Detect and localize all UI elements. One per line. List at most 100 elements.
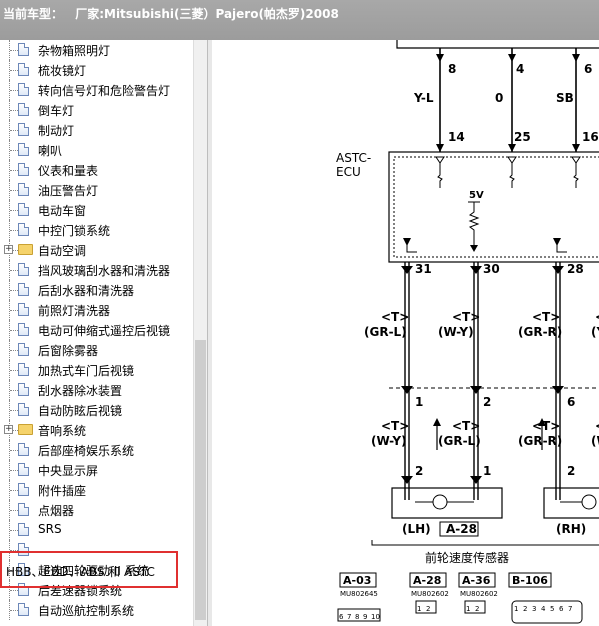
tree-item[interactable]: 前照灯清洗器	[0, 300, 193, 320]
tree-item[interactable]: 中央显示屏	[0, 460, 193, 480]
conn-pin-a-0: 1	[415, 395, 423, 409]
wire-color-top-1: 0	[495, 91, 503, 105]
wire-color-mid-1: (W-Y)	[438, 325, 474, 339]
highlighted-tree-item[interactable]: HBB、EBD、ABS 和 ASTC	[0, 551, 178, 588]
tree-item[interactable]: 后部座椅娱乐系统	[0, 440, 193, 460]
tree-item[interactable]: 自动巡航控制系统	[0, 600, 193, 620]
tree-item[interactable]: 后刮水器和清洗器	[0, 280, 193, 300]
tree-item[interactable]: 刮水器除冰装置	[0, 380, 193, 400]
tree-item[interactable]: + 自动空调	[0, 240, 193, 260]
expand-icon[interactable]: +	[4, 425, 13, 434]
tree-item-label: 后部座椅娱乐系统	[38, 444, 135, 458]
pin-top-2: 6	[584, 62, 592, 76]
svg-text:A-03: A-03	[343, 574, 371, 587]
tree-item[interactable]: 杂物箱照明灯	[0, 40, 193, 60]
document-icon	[18, 223, 29, 236]
tree-item-label: 梳妆镜灯	[38, 64, 87, 78]
pin-top-0: 8	[448, 62, 456, 76]
connector-pin: 7	[347, 613, 351, 621]
tree-item[interactable]: 附件插座	[0, 480, 193, 500]
connector-pin: 9	[363, 613, 367, 621]
ecu-box	[388, 151, 599, 263]
tree-item-label: 自动巡航控制系统	[38, 604, 135, 618]
document-icon	[18, 443, 29, 456]
connector-pin: 10	[371, 613, 380, 621]
document-icon	[18, 383, 29, 396]
tree-line	[10, 150, 18, 151]
tree-line	[10, 490, 18, 491]
document-icon	[18, 523, 29, 536]
tree-item[interactable]: 喇叭	[0, 140, 193, 160]
pin-top-1: 4	[516, 62, 524, 76]
tree-line	[10, 470, 18, 471]
folder-icon	[18, 244, 33, 255]
connector-pin: 7	[568, 605, 572, 613]
ecu-pin-bottom-2: 28	[567, 262, 584, 276]
tree-item[interactable]: 油压警告灯	[0, 180, 193, 200]
tree-line	[10, 410, 18, 411]
conn-pin-b-0: 2	[415, 464, 423, 478]
expand-icon[interactable]: +	[4, 245, 13, 254]
tree-item-label: 仪表和量表	[38, 164, 99, 178]
wiring-diagram-svg: 8 4 6 Y-L 0 SB 14 25 16 ASTC- ECU 5V 31 …	[336, 40, 599, 624]
tree-line	[10, 450, 18, 451]
t-label-4: <T>	[381, 419, 409, 433]
document-icon	[18, 103, 29, 116]
rh-sensor	[543, 487, 599, 519]
connector-pin: 6	[559, 605, 564, 613]
tree-item[interactable]: 点烟器	[0, 500, 193, 520]
wire-color-low-3: (W	[591, 434, 599, 448]
tree-item[interactable]: 制动灯	[0, 120, 193, 140]
tree-item[interactable]: 电动车窗	[0, 200, 193, 220]
tree-item[interactable]: 仪表和量表	[0, 160, 193, 180]
component-tree[interactable]: 杂物箱照明灯梳妆镜灯转向信号灯和危险警告灯 倒车灯 制动灯喇叭仪表和量表油压警告灯电…	[0, 40, 193, 626]
tree-item-label: 后窗除雾器	[38, 344, 99, 358]
conn-pin-b-2: 2	[567, 464, 575, 478]
rh-sensor-coil	[581, 494, 597, 510]
scrollbar-thumb[interactable]	[195, 340, 206, 620]
lh-label: (LH)	[402, 522, 431, 536]
tree-line	[10, 610, 18, 611]
tree-item[interactable]: 倒车灯	[0, 100, 193, 120]
ecu-inner-box	[393, 156, 599, 258]
middle-arrows	[401, 266, 564, 484]
tree-item[interactable]: 转向信号灯和危险警告灯	[0, 80, 193, 100]
t-label-6: <T>	[532, 419, 560, 433]
tree-item[interactable]: 加热式车门后视镜	[0, 360, 193, 380]
title-bar: 当前车型： 厂家:Mitsubishi(三菱）Pajero(帕杰罗)2008	[0, 0, 599, 40]
tree-line	[10, 210, 18, 211]
tree-item[interactable]: 挡风玻璃刮水器和清洗器	[0, 260, 193, 280]
tree-item[interactable]: 后窗除雾器	[0, 340, 193, 360]
tree-line	[10, 290, 18, 291]
document-icon	[18, 323, 29, 336]
tree-item-label: SRS	[38, 522, 62, 536]
svg-text:MU802602: MU802602	[460, 590, 498, 598]
document-icon	[18, 363, 29, 376]
tree-item[interactable]: + 音响系统	[0, 420, 193, 440]
tree-item-label: 中央显示屏	[38, 464, 99, 478]
tree-item[interactable]: 梳妆镜灯	[0, 60, 193, 80]
tree-line	[10, 530, 18, 531]
tree-line	[10, 390, 18, 391]
document-icon	[18, 283, 29, 296]
wire-color-mid-0: (GR-L)	[364, 325, 407, 339]
tree-item[interactable]: 中控门锁系统	[0, 220, 193, 240]
folder-icon	[18, 424, 33, 435]
tree-item-label: 自动空调	[38, 244, 87, 258]
tree-item-label: 油压警告灯	[38, 184, 99, 198]
tree-item-label: 前照灯清洗器	[38, 304, 111, 318]
tree-item-label: 刮水器除冰装置	[38, 384, 123, 398]
tree-line	[10, 350, 18, 351]
tree-line	[10, 590, 18, 591]
tree-item-label: 喇叭	[38, 144, 63, 158]
document-icon	[18, 123, 29, 136]
tree-item[interactable]: 自动防眩后视镜	[0, 400, 193, 420]
svg-text:MU802645: MU802645	[340, 590, 378, 598]
tree-item[interactable]: 电动可伸缩式遥控后视镜	[0, 320, 193, 340]
tree-item[interactable]: SRS	[0, 520, 193, 540]
wire-color-top-2: SB	[556, 91, 574, 105]
tree-scrollbar[interactable]	[193, 40, 208, 626]
document-icon	[18, 303, 29, 316]
lh-connector-id: A-28	[446, 522, 477, 536]
tree-line	[10, 310, 18, 311]
